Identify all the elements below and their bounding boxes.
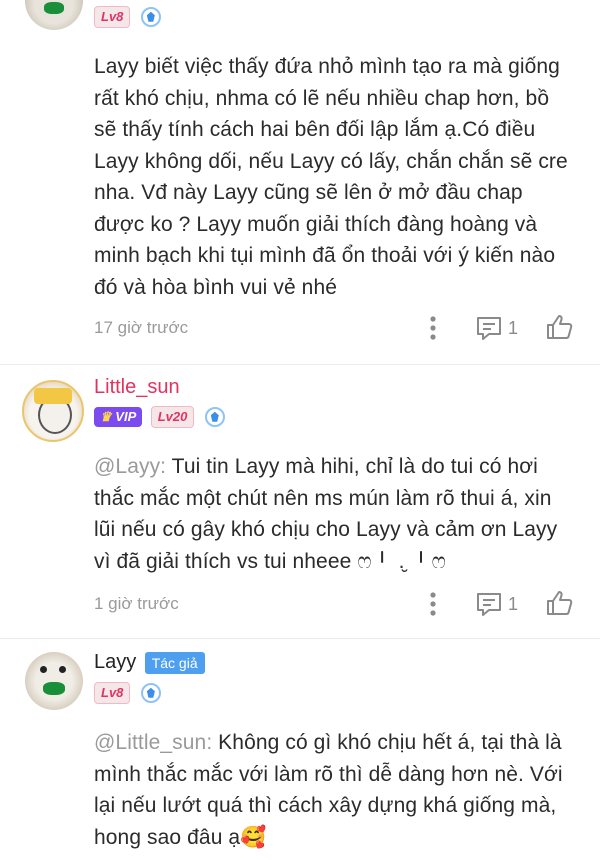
level-badge: Lv20 <box>150 406 195 428</box>
reply-icon[interactable] <box>475 591 503 617</box>
shield-icon <box>140 6 161 27</box>
reply-icon[interactable] <box>475 315 503 341</box>
like-icon[interactable] <box>545 589 575 617</box>
vip-badge: ♛ VIP <box>94 407 143 427</box>
more-options-icon[interactable] <box>428 592 438 616</box>
like-icon[interactable] <box>545 313 575 341</box>
username[interactable]: Layy <box>94 651 136 673</box>
user-header: Layy Tác giả <box>94 651 205 674</box>
comment-time: 1 giờ trước <box>94 594 179 613</box>
more-options-icon[interactable] <box>428 316 438 340</box>
comment-text: @Little_sun: Không có gì khó chịu hết á,… <box>94 727 574 853</box>
crown-icon: ♛ <box>100 409 112 424</box>
comment-time: 17 giờ trước <box>94 318 189 337</box>
avatar[interactable] <box>22 380 84 442</box>
comment-text: Layy biết việc thấy đứa nhỏ mình tạo ra … <box>94 55 568 299</box>
mention[interactable]: @Layy: <box>94 455 166 478</box>
mention[interactable]: @Little_sun: <box>94 731 212 754</box>
author-badge: Tác giả <box>144 651 205 674</box>
reply-count: 1 <box>508 594 519 614</box>
divider <box>0 364 600 365</box>
divider <box>0 638 600 639</box>
avatar[interactable] <box>25 0 83 30</box>
user-badges: Lv8 <box>94 6 161 28</box>
shield-icon <box>204 406 225 427</box>
shield-icon <box>140 682 161 703</box>
reply-count: 1 <box>508 318 519 338</box>
level-badge: Lv8 <box>94 6 131 28</box>
username[interactable]: Little_sun <box>94 376 180 399</box>
user-badges: ♛ VIP Lv20 <box>94 406 225 428</box>
comment-text: @Layy: Tui tin Layy mà hihi, chỉ là do t… <box>94 451 574 577</box>
level-badge: Lv8 <box>94 682 131 704</box>
avatar[interactable] <box>25 652 83 710</box>
user-badges: Lv8 <box>94 682 161 704</box>
